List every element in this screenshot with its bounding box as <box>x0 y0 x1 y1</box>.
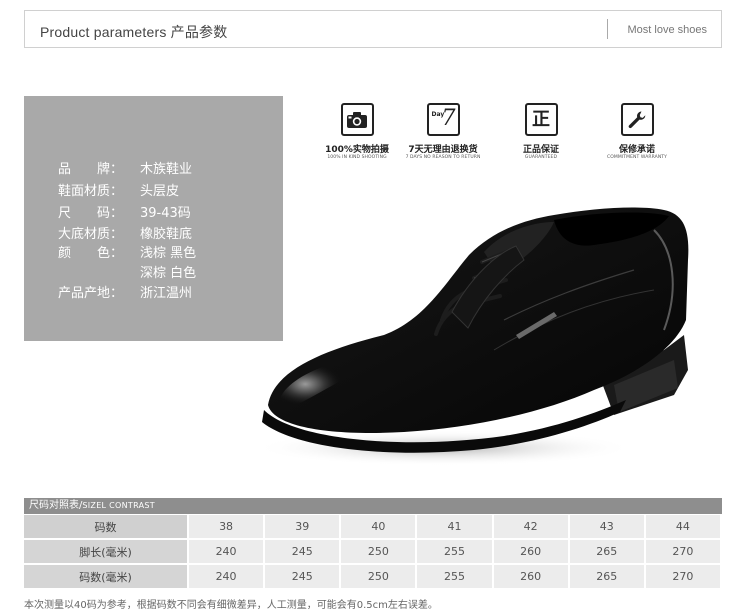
badge-subtitle: 7 DAYS NO REASON TO RETURN <box>405 155 481 160</box>
table-cell: 240 <box>188 564 266 590</box>
seven-day-icon: Day 7 <box>426 103 460 136</box>
header-bar: Product parameters 产品参数 Most love shoes <box>24 10 722 48</box>
shoe-image <box>254 207 689 466</box>
page-title: Product parameters 产品参数 <box>40 24 228 40</box>
table-cell: 42 <box>492 515 570 540</box>
spec-row-color-cont: 深棕 白色 <box>58 262 196 281</box>
badge-seven-day-return: Day 7 7天无理由退换货 7 DAYS NO REASON TO RETUR… <box>403 103 483 160</box>
spec-row-color: 颜 色： 浅棕 黑色 <box>58 242 196 261</box>
badge-title: 保修承诺 <box>618 145 655 155</box>
spec-row-upper-material: 鞋面材质： 头层皮 <box>58 180 179 199</box>
wrench-icon <box>620 103 654 136</box>
badge-guarantee: 正 正品保证 GUARANTEED <box>501 103 581 160</box>
row-header: 码数 <box>24 515 189 540</box>
guarantee-glyph: 正 <box>532 108 550 130</box>
spec-value: 木族鞋业 <box>140 162 193 177</box>
table-cell: 260 <box>492 539 570 565</box>
table-cell: 265 <box>568 539 646 565</box>
table-cell: 250 <box>340 539 418 565</box>
caption-cn: 尺码对照表/ <box>29 500 83 511</box>
size-table: 码数 38 39 40 41 42 43 44 脚长(毫米) 240 245 2… <box>24 515 723 590</box>
table-cell: 255 <box>416 539 494 565</box>
footnote: 本次测量以40码为参考，根据码数不同会有细微差异，人工测量，可能会有0.5cm左… <box>24 600 438 611</box>
spec-row-origin: 产品产地： 浙江温州 <box>58 282 192 301</box>
table-cell: 270 <box>644 539 723 565</box>
badge-title: 正品保证 <box>522 145 559 155</box>
guarantee-icon: 正 <box>524 103 558 136</box>
spec-row-brand: 品 牌： 木族鞋业 <box>58 158 192 177</box>
table-cell: 265 <box>568 564 646 590</box>
header-divider <box>607 19 608 39</box>
spec-value: 浙江温州 <box>140 286 193 301</box>
badge-real-photo: 100%实物拍摄 100% IN KIND SHOOTING <box>317 103 397 160</box>
row-header: 码数(毫米) <box>24 564 189 590</box>
spec-value: 橡胶鞋底 <box>140 227 193 242</box>
spec-row-sole-material: 大底材质： 橡胶鞋底 <box>58 223 192 242</box>
camera-icon <box>340 103 374 136</box>
table-cell: 250 <box>340 564 418 590</box>
spec-value: 头层皮 <box>140 184 180 199</box>
table-row: 脚长(毫米) 240 245 250 255 260 265 270 <box>24 539 723 565</box>
spec-label: 品 牌： <box>58 162 124 177</box>
table-cell: 39 <box>264 515 342 540</box>
spec-label: 产品产地： <box>58 286 124 301</box>
table-cell: 245 <box>264 564 342 590</box>
spec-value: 39-43码 <box>140 206 191 221</box>
spec-value: 浅棕 黑色 <box>140 246 197 261</box>
table-row: 码数 38 39 40 41 42 43 44 <box>24 515 723 540</box>
seven-glyph: 7 <box>441 106 456 131</box>
table-cell: 44 <box>644 515 723 540</box>
caption-en: SIZEL CONTRAST <box>82 501 155 510</box>
spec-label: 尺 码： <box>58 206 124 221</box>
spec-label: 大底材质： <box>58 227 124 242</box>
table-cell: 260 <box>492 564 570 590</box>
table-row: 码数(毫米) 240 245 250 255 260 265 270 <box>24 564 723 590</box>
badge-subtitle: GUARANTEED <box>524 155 558 160</box>
table-cell: 255 <box>416 564 494 590</box>
table-cell: 270 <box>644 564 723 590</box>
badge-title: 100%实物拍摄 <box>325 145 389 155</box>
spec-panel: 品 牌： 木族鞋业 鞋面材质： 头层皮 尺 码： 39-43码 大底材质： 橡胶鞋底 颜… <box>24 96 283 341</box>
table-cell: 41 <box>416 515 494 540</box>
header-subtitle: Most love shoes <box>627 24 707 36</box>
table-cell: 43 <box>568 515 646 540</box>
table-cell: 38 <box>188 515 266 540</box>
table-cell: 40 <box>340 515 418 540</box>
row-header: 脚长(毫米) <box>24 539 189 565</box>
size-table-caption: 尺码对照表/SIZEL CONTRAST <box>24 498 722 514</box>
badge-warranty: 保修承诺 COMMITMENT WARRANTY <box>597 103 677 160</box>
badge-subtitle: COMMITMENT WARRANTY <box>607 155 667 160</box>
spec-label: 颜 色： <box>58 246 124 261</box>
spec-value: 深棕 白色 <box>140 266 197 281</box>
badge-title: 7天无理由退换货 <box>408 145 478 155</box>
badge-subtitle: 100% IN KIND SHOOTING <box>327 155 387 160</box>
table-cell: 240 <box>188 539 266 565</box>
spec-row-size: 尺 码： 39-43码 <box>58 202 191 221</box>
spec-label: 鞋面材质： <box>58 184 124 199</box>
table-cell: 245 <box>264 539 342 565</box>
